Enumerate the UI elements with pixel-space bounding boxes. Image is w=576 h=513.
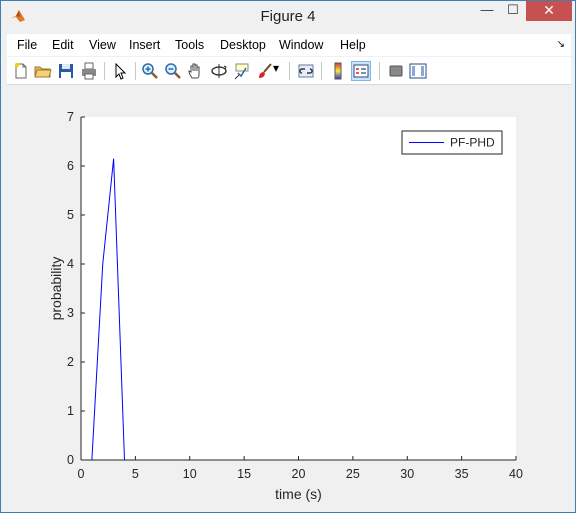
title-bar[interactable]: Figure 4 — ☐ ✕ bbox=[1, 1, 575, 31]
save-icon[interactable] bbox=[56, 61, 76, 81]
dock-arrow-icon[interactable]: ↘ bbox=[557, 39, 565, 50]
brush-dropdown-icon[interactable]: ▾ bbox=[273, 61, 283, 81]
new-figure-icon[interactable] bbox=[11, 61, 31, 81]
x-tick-label: 20 bbox=[292, 467, 306, 481]
x-tick-label: 15 bbox=[237, 467, 251, 481]
y-tick-label: 2 bbox=[67, 355, 74, 369]
pan-hand-icon[interactable] bbox=[186, 61, 206, 81]
y-tick-label: 3 bbox=[67, 306, 74, 320]
data-cursor-icon[interactable] bbox=[232, 61, 252, 81]
menu-file[interactable]: File bbox=[17, 38, 37, 52]
toolbar-separator bbox=[321, 62, 322, 80]
show-plot-tools-icon[interactable] bbox=[408, 61, 428, 81]
menu-help[interactable]: Help bbox=[340, 38, 366, 52]
x-tick-label: 5 bbox=[132, 467, 139, 481]
toolbar-separator bbox=[104, 62, 105, 80]
brush-icon[interactable] bbox=[255, 61, 275, 81]
hide-plot-tools-icon[interactable] bbox=[386, 61, 406, 81]
y-tick-label: 1 bbox=[67, 404, 74, 418]
y-tick-label: 4 bbox=[67, 257, 74, 271]
rotate-3d-icon[interactable] bbox=[209, 61, 229, 81]
y-tick-label: 5 bbox=[67, 208, 74, 222]
y-axis-label: probability bbox=[48, 257, 64, 321]
menu-bar: File Edit View Insert Tools Desktop Wind… bbox=[7, 34, 571, 56]
x-tick-label: 10 bbox=[183, 467, 197, 481]
menu-desktop[interactable]: Desktop bbox=[220, 38, 266, 52]
figure-toolbar: ▾ bbox=[7, 57, 571, 85]
edit-plot-arrow-icon[interactable] bbox=[110, 61, 130, 81]
x-tick-label: 40 bbox=[509, 467, 523, 481]
figure-window: Figure 4 — ☐ ✕ File Edit View Insert Too… bbox=[0, 0, 576, 513]
close-button[interactable]: ✕ bbox=[526, 1, 572, 21]
link-plot-icon[interactable] bbox=[296, 61, 316, 81]
toolbar-separator bbox=[289, 62, 290, 80]
menu-tools[interactable]: Tools bbox=[175, 38, 204, 52]
menu-window[interactable]: Window bbox=[279, 38, 323, 52]
figure-canvas: 0 5 10 15 20 25 30 35 40 0 1 2 3 4 5 6 7 time (s) probabil… bbox=[7, 86, 571, 508]
line-chart[interactable]: 0 5 10 15 20 25 30 35 40 0 1 2 3 4 5 6 7 time (s) probabil… bbox=[7, 86, 571, 508]
toolbar-separator bbox=[379, 62, 380, 80]
y-tick-label: 6 bbox=[67, 159, 74, 173]
insert-colorbar-icon[interactable] bbox=[328, 61, 348, 81]
zoom-out-icon[interactable] bbox=[163, 61, 183, 81]
zoom-in-icon[interactable] bbox=[140, 61, 160, 81]
menu-view[interactable]: View bbox=[89, 38, 116, 52]
x-tick-label: 30 bbox=[400, 467, 414, 481]
x-tick-label: 0 bbox=[78, 467, 85, 481]
open-file-icon[interactable] bbox=[33, 61, 53, 81]
x-axis-label: time (s) bbox=[275, 486, 322, 502]
x-tick-label: 25 bbox=[346, 467, 360, 481]
insert-legend-icon[interactable] bbox=[351, 61, 371, 81]
menu-insert[interactable]: Insert bbox=[129, 38, 160, 52]
x-tick-label: 35 bbox=[455, 467, 469, 481]
y-tick-label: 0 bbox=[67, 453, 74, 467]
toolbar-separator bbox=[135, 62, 136, 80]
legend-label-pf-phd: PF-PHD bbox=[450, 136, 495, 150]
print-icon[interactable] bbox=[79, 61, 99, 81]
minimize-button[interactable]: — bbox=[474, 1, 500, 21]
maximize-button[interactable]: ☐ bbox=[500, 1, 526, 21]
plot-area[interactable] bbox=[81, 117, 516, 460]
y-tick-label: 7 bbox=[67, 110, 74, 124]
menu-edit[interactable]: Edit bbox=[52, 38, 74, 52]
